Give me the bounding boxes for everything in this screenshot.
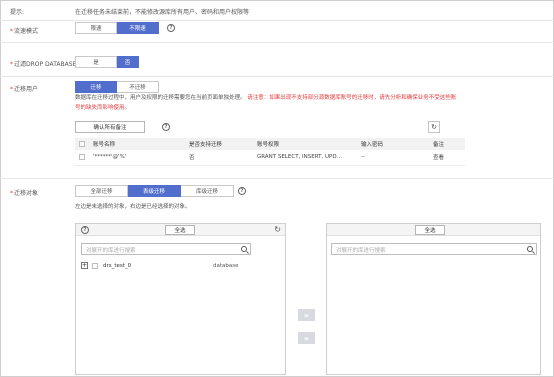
migrate-objects-label: *迁移对象 xyxy=(10,190,39,197)
migrate-objects-note: 左边是未选择的对象，右边是已经选择的对象。 xyxy=(75,204,191,210)
tree-item[interactable]: + drs_test_0 database xyxy=(81,262,239,269)
select-all-checkbox-cell[interactable] xyxy=(75,138,89,150)
column-header: 输入密码 xyxy=(357,138,429,150)
drop-database-label: *过滤DROP DATABASE xyxy=(10,61,77,68)
select-all-button[interactable]: 全选 xyxy=(165,225,195,235)
refresh-icon[interactable]: ↻ xyxy=(428,121,440,133)
hint-label: 提示: xyxy=(10,9,25,16)
flow-mode-unlimited-option[interactable]: 不限速 xyxy=(117,22,159,34)
table-row: '******'@'%' 否 GRANT SELECT, INSERT, UPD… xyxy=(75,150,465,166)
refresh-icon[interactable]: ↻ xyxy=(274,225,281,234)
unselected-objects-panel: ? 全选 ↻ 对展开的库进行搜索 + drs_test_0 database xyxy=(75,223,286,375)
search-input[interactable]: 对展开的库进行搜索 xyxy=(81,243,251,255)
flow-mode-limit-option[interactable]: 限速 xyxy=(75,22,117,34)
table-header-row: 账号名称 是否支持迁移 账号权限 输入密码 备注 xyxy=(75,138,465,150)
migrate-users-yes-option[interactable]: 迁移 xyxy=(75,81,117,93)
row-checkbox-cell[interactable] xyxy=(75,150,89,166)
tree-item-type: database xyxy=(213,262,239,269)
help-icon[interactable]: ? xyxy=(167,24,175,32)
migrate-users-warning-continued: 号的缺失而影响使用。 xyxy=(75,105,131,111)
drop-database-no-option[interactable]: 否 xyxy=(117,56,139,68)
divider xyxy=(0,42,554,43)
view-remark-link[interactable]: 查看 xyxy=(429,150,465,166)
migrate-users-warning: 请注意：如果出现不支持部分源数据库账号的迁移时，请先分析和确保业务不受这些账 xyxy=(247,95,457,101)
plus-icon[interactable]: + xyxy=(81,262,88,269)
migrate-users-no-option[interactable]: 不迁移 xyxy=(117,81,159,93)
search-icon[interactable] xyxy=(527,246,533,252)
help-icon[interactable]: ? xyxy=(238,187,246,195)
search-icon[interactable] xyxy=(241,246,247,252)
divider xyxy=(0,20,554,21)
divider xyxy=(0,76,554,77)
password-cell: -- xyxy=(357,150,429,166)
required-mark: * xyxy=(10,61,13,68)
divider xyxy=(0,178,554,179)
required-mark: * xyxy=(10,190,13,197)
hint-text: 在迁移任务未结束前，不能修改源库所有用户、密码和用户权限等 xyxy=(75,9,250,16)
move-right-button[interactable]: » xyxy=(298,309,315,321)
migrate-objects-toggle: 全部迁移 表级迁移 库级迁移 xyxy=(75,185,234,197)
migrate-users-note: 数据库在迁移过程中，用户及权限的迁移需要您在当前页面单独处理。 请注意：如果出现… xyxy=(75,95,457,101)
move-left-button[interactable]: « xyxy=(298,332,315,344)
supported-cell: 否 xyxy=(185,150,253,166)
flow-mode-label: *流速模式 xyxy=(10,28,39,35)
help-icon[interactable]: ? xyxy=(162,123,170,131)
select-all-button[interactable]: 全选 xyxy=(415,225,445,235)
flow-mode-toggle: 限速 不限速 xyxy=(75,22,159,34)
migrate-all-option[interactable]: 全部迁移 xyxy=(75,185,128,197)
confirm-all-remarks-button[interactable]: 确认所有备注 xyxy=(75,121,145,133)
drop-database-toggle: 是 否 xyxy=(75,56,139,68)
required-mark: * xyxy=(10,86,13,93)
help-icon[interactable]: ? xyxy=(81,226,89,234)
column-header: 账号权限 xyxy=(253,138,357,150)
checkbox[interactable] xyxy=(79,140,85,147)
migrate-table-level-option[interactable]: 表级迁移 xyxy=(128,185,181,197)
privileges-cell: GRANT SELECT, INSERT, UPD... xyxy=(253,150,357,166)
search-input[interactable]: 对展开的库进行搜索 xyxy=(331,243,537,255)
checkbox[interactable] xyxy=(92,262,98,269)
column-header: 账号名称 xyxy=(89,138,185,150)
checkbox[interactable] xyxy=(79,154,85,160)
migrate-users-toggle: 迁移 不迁移 xyxy=(75,81,159,93)
selected-objects-panel: 全选 对展开的库进行搜索 xyxy=(326,223,541,375)
account-name-cell: '******'@'%' xyxy=(89,150,185,166)
column-header: 备注 xyxy=(429,138,465,150)
users-table: 账号名称 是否支持迁移 账号权限 输入密码 备注 '******'@'%' 否 … xyxy=(75,138,465,166)
required-mark: * xyxy=(10,28,13,35)
migrate-users-label: *迁移用户 xyxy=(10,86,39,93)
search-placeholder: 对展开的库进行搜索 xyxy=(336,248,386,254)
tree-item-name: drs_test_0 xyxy=(103,262,132,269)
drop-database-yes-option[interactable]: 是 xyxy=(75,56,117,68)
migrate-database-level-option[interactable]: 库级迁移 xyxy=(181,185,234,197)
search-placeholder: 对展开的库进行搜索 xyxy=(86,248,136,254)
column-header: 是否支持迁移 xyxy=(185,138,253,150)
